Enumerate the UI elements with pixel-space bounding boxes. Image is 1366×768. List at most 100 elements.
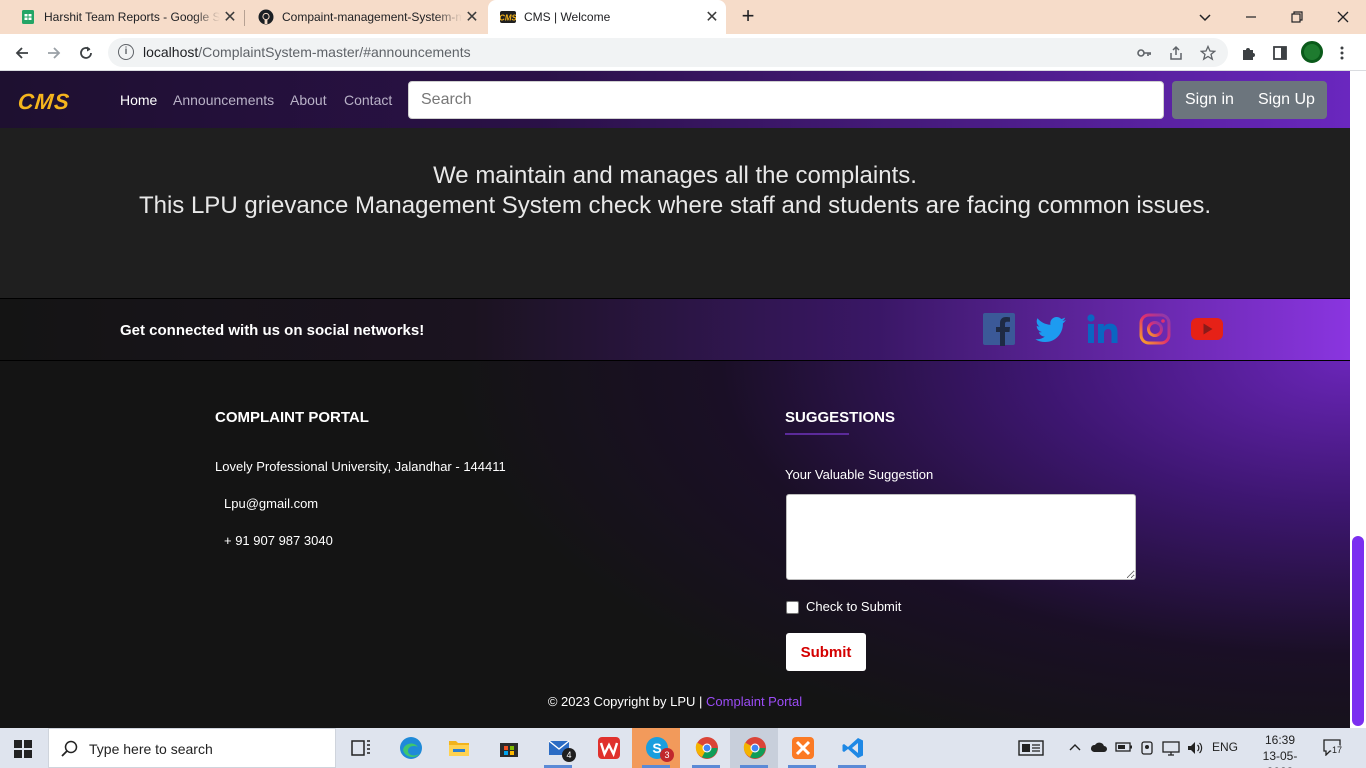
taskbar-app-wps[interactable]: [584, 728, 632, 768]
chevron-down-icon: [1199, 14, 1211, 22]
sign-in-button[interactable]: Sign in: [1185, 91, 1234, 109]
volume-icon[interactable]: [1186, 740, 1204, 756]
reload-button[interactable]: [73, 40, 99, 66]
wps-office-icon: [598, 737, 620, 759]
checkbox-label: Check to Submit: [806, 599, 902, 614]
system-clock[interactable]: 16:39 13-05-2023: [1252, 732, 1308, 768]
task-view-icon: [351, 740, 370, 756]
nav-link-contact[interactable]: Contact: [344, 92, 392, 108]
submit-button[interactable]: Submit: [786, 633, 866, 671]
heading-underline: [785, 433, 849, 435]
network-icon[interactable]: [1162, 740, 1180, 756]
github-icon: [258, 9, 274, 25]
taskbar-app-edge[interactable]: [386, 728, 434, 768]
copyright: © 2023 Copyright by LPU | Complaint Port…: [0, 694, 1350, 709]
twitter-icon[interactable]: [1034, 312, 1068, 346]
portal-heading: COMPLAINT PORTAL: [215, 409, 369, 426]
close-window-button[interactable]: [1320, 0, 1366, 34]
language-indicator[interactable]: ENG: [1212, 740, 1238, 754]
minimize-button[interactable]: [1228, 0, 1274, 34]
share-icon[interactable]: [1166, 43, 1186, 63]
sign-up-button[interactable]: Sign Up: [1258, 91, 1315, 109]
taskbar-search-placeholder: Type here to search: [89, 741, 213, 757]
brand-logo[interactable]: CMS: [17, 89, 72, 115]
about-section: We maintain and manages all the complain…: [0, 128, 1350, 298]
taskbar-app-chrome[interactable]: [730, 728, 778, 768]
extensions-puzzle-icon[interactable]: [1237, 42, 1259, 64]
site-info-icon[interactable]: i: [118, 44, 134, 60]
tab-google-sheets[interactable]: Harshit Team Reports - Google Sheets ✕: [0, 0, 244, 34]
url-text: localhost/ComplaintSystem-master/#announ…: [143, 44, 471, 60]
reload-icon: [80, 46, 92, 59]
tab-cms-welcome[interactable]: CMS CMS | Welcome ✕: [488, 0, 726, 34]
maximize-button[interactable]: [1274, 0, 1320, 34]
arrow-right-icon: [48, 47, 61, 59]
chevron-up-icon[interactable]: [1069, 742, 1081, 752]
taskbar-app-chrome-profile[interactable]: [682, 728, 730, 768]
tab-github[interactable]: Compaint-management-System-master ✕: [238, 0, 486, 34]
chrome-menu-icon[interactable]: [1331, 42, 1353, 64]
vscode-icon: [842, 738, 863, 758]
back-button[interactable]: [9, 40, 35, 66]
youtube-icon[interactable]: [1190, 312, 1224, 346]
taskbar-app-store[interactable]: [484, 728, 532, 768]
google-sheets-icon: [22, 10, 34, 24]
taskbar-search-box[interactable]: Type here to search: [48, 728, 336, 768]
social-bar: Get connected with us on social networks…: [0, 298, 1350, 361]
search-input[interactable]: [408, 81, 1164, 119]
address-text: Lovely Professional University, Jalandha…: [215, 459, 506, 474]
nav-link-home[interactable]: Home: [120, 92, 157, 108]
copyright-link[interactable]: Complaint Portal: [706, 694, 802, 709]
arrow-left-icon: [15, 47, 28, 59]
edge-icon: [400, 737, 422, 759]
instagram-icon[interactable]: [1138, 312, 1172, 346]
suggestion-textarea[interactable]: [786, 494, 1136, 580]
taskbar-app-explorer[interactable]: [434, 728, 482, 768]
restore-icon: [1291, 11, 1303, 23]
about-line-2: This LPU grievance Management System che…: [138, 192, 1212, 219]
nav-link-about[interactable]: About: [290, 92, 327, 108]
tab-title: Compaint-management-System-master: [282, 10, 462, 24]
news-widget-icon[interactable]: [1018, 739, 1044, 757]
notification-count: 17: [1331, 745, 1344, 755]
bookmark-star-icon[interactable]: [1198, 43, 1218, 63]
close-icon: [1337, 11, 1349, 23]
side-panel-icon[interactable]: [1269, 42, 1291, 64]
task-view-button[interactable]: [336, 728, 384, 768]
profile-avatar[interactable]: [1301, 41, 1323, 63]
battery-icon[interactable]: [1115, 741, 1133, 753]
svg-text:CMS: CMS: [500, 14, 516, 23]
close-tab-icon[interactable]: ✕: [702, 7, 722, 27]
linkedin-icon[interactable]: [1086, 312, 1120, 346]
key-icon[interactable]: [1134, 43, 1154, 63]
taskbar-app-vscode[interactable]: [828, 728, 876, 768]
navbar: CMS Home Announcements About Contact Sig…: [0, 71, 1350, 128]
windows-start-icon[interactable]: [14, 740, 32, 758]
copyright-text: © 2023 Copyright by LPU |: [547, 694, 703, 709]
xampp-icon: [792, 737, 814, 759]
cloud-icon[interactable]: [1090, 740, 1108, 754]
notification-center[interactable]: 17: [1322, 738, 1344, 758]
close-tab-icon[interactable]: ✕: [220, 7, 240, 27]
minimize-icon: [1246, 16, 1256, 18]
meet-now-icon[interactable]: [1140, 740, 1154, 756]
taskbar-app-skype[interactable]: S 3: [632, 728, 680, 768]
email-text: Lpu@gmail.com: [224, 496, 319, 511]
address-bar[interactable]: i localhost/ComplaintSystem-master/#anno…: [108, 38, 1228, 67]
page-scrollbar-thumb[interactable]: [1352, 536, 1364, 726]
tab-title: CMS | Welcome: [524, 10, 611, 24]
new-tab-button[interactable]: +: [736, 4, 760, 28]
auth-button-group: Sign in Sign Up: [1172, 81, 1327, 119]
close-tab-icon[interactable]: ✕: [462, 7, 482, 27]
tab-search-button[interactable]: [1182, 0, 1228, 34]
clock-date: 13-05-2023: [1262, 749, 1298, 768]
chrome-icon: [743, 737, 766, 759]
skype-badge: 3: [660, 748, 674, 762]
nav-link-announcements[interactable]: Announcements: [173, 92, 274, 108]
windows-taskbar: Type here to search 4 S 3 ENG 16:39 13-0…: [0, 728, 1366, 768]
facebook-icon[interactable]: [982, 312, 1016, 346]
forward-button[interactable]: [41, 40, 67, 66]
taskbar-app-xampp[interactable]: [778, 728, 826, 768]
taskbar-app-mail[interactable]: 4: [534, 728, 582, 768]
submit-checkbox[interactable]: [786, 601, 799, 614]
